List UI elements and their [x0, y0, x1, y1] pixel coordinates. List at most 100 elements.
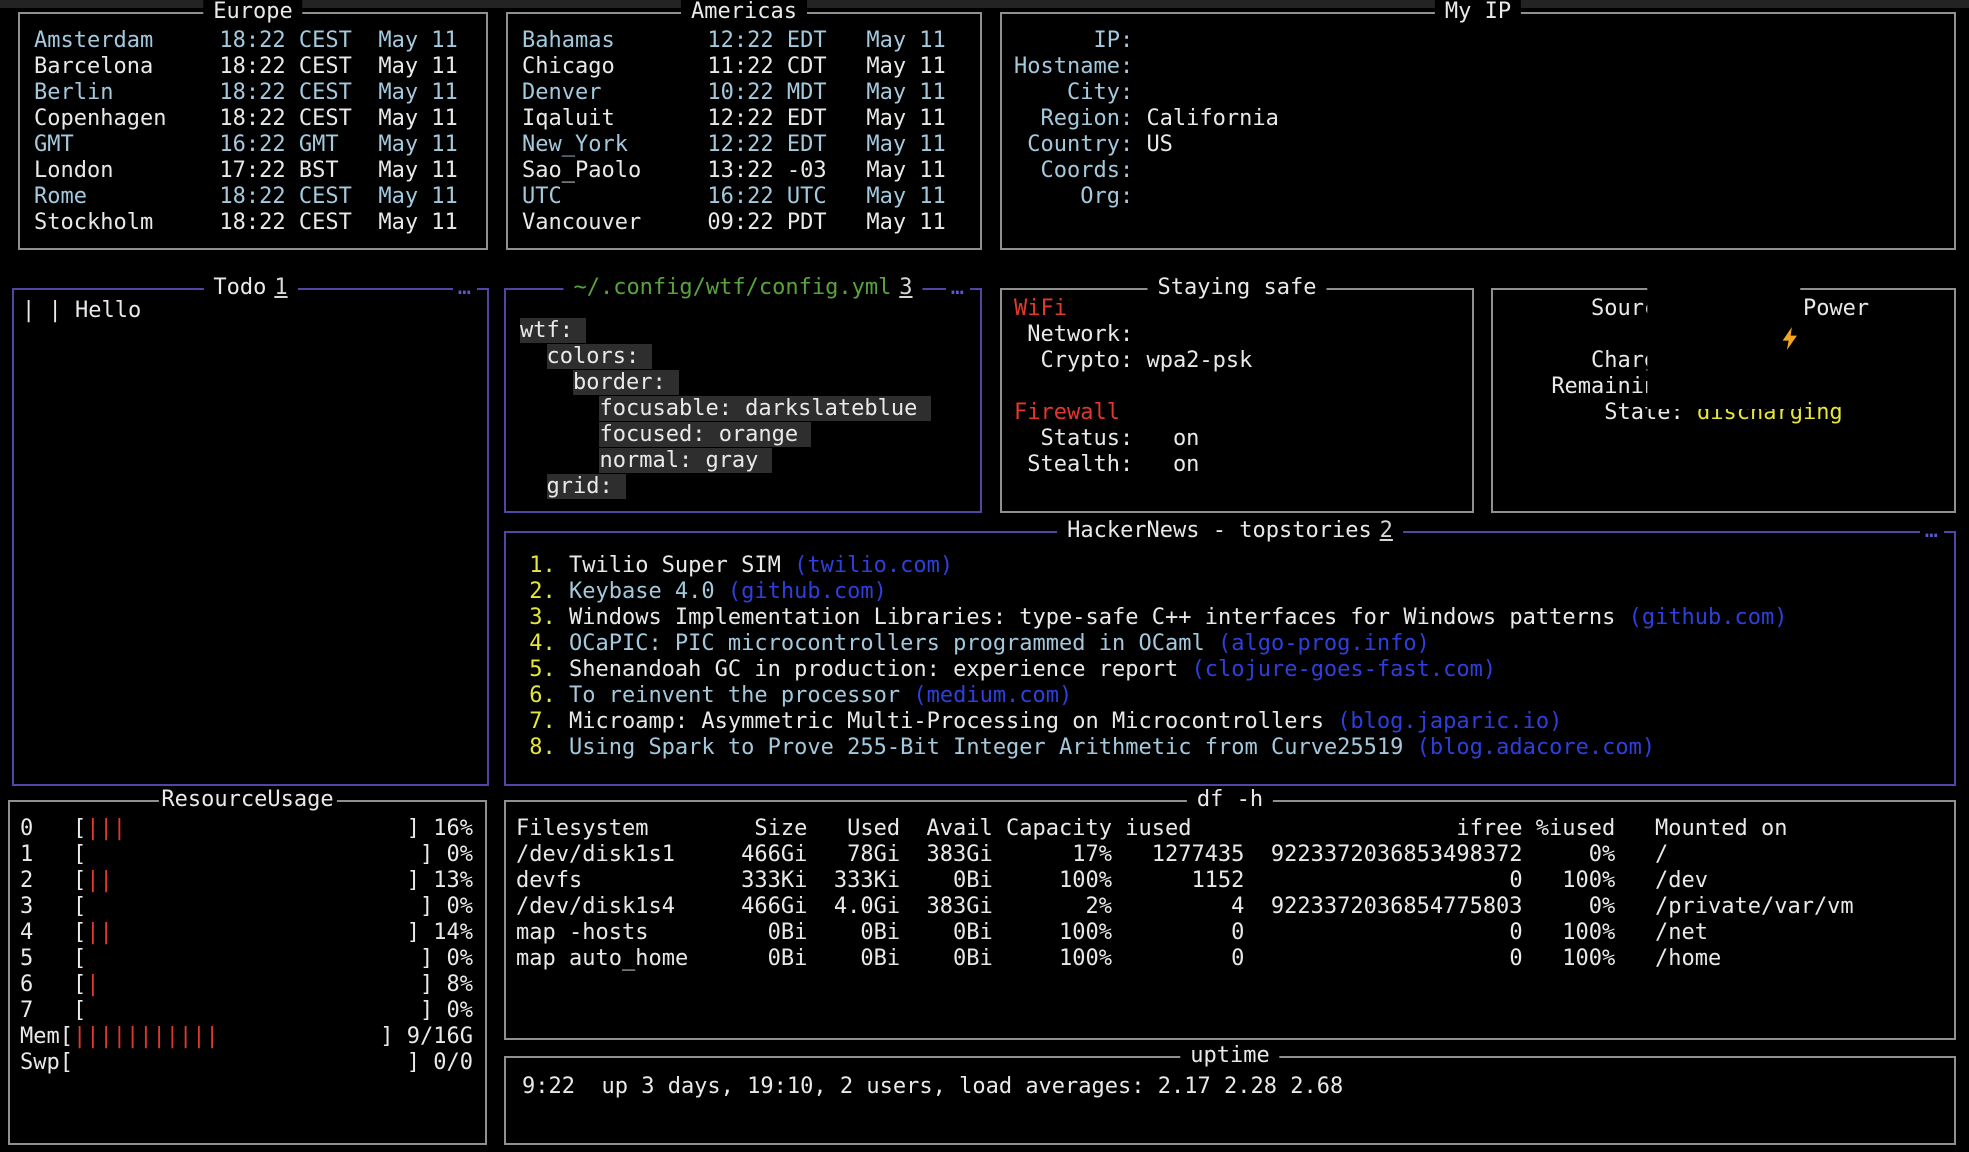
story-domain-link[interactable]: (medium.com) — [913, 683, 1072, 709]
panel-hackernews[interactable]: HackerNews - topstories2 … 1. Twilio Sup… — [504, 531, 1956, 786]
panel-title: Staying safe — [1148, 275, 1327, 301]
ip-field-label: IP: — [1014, 28, 1133, 54]
story-rank: 3. — [516, 605, 569, 631]
ip-field-label: Org: — [1014, 184, 1133, 210]
meter-bracket-open: [ — [73, 842, 86, 868]
cell-used: 0Bi — [807, 946, 900, 972]
meter-label: 2 — [20, 868, 73, 894]
resource-meter: 1 [ ] 0% — [20, 842, 473, 868]
config-code: wtf: colors: border: focusable: darkslat… — [506, 290, 980, 500]
meter-bars: || — [86, 868, 407, 894]
panel-config-file[interactable]: ~/.config/wtf/config.yml3 … wtf: colors:… — [504, 288, 982, 513]
date-label: May 11 — [866, 210, 945, 236]
cell-mounted-on: /home — [1655, 946, 1721, 972]
story-domain-link[interactable]: (blog.adacore.com) — [1417, 735, 1655, 761]
clock-row: Berlin 18:22 CEST May 11 — [34, 80, 472, 106]
time-label: 10:22 — [694, 80, 773, 106]
panel-todo[interactable]: Todo1 … | | Hello — [12, 288, 489, 786]
story-title: Using Spark to Prove 255-Bit Integer Ari… — [569, 735, 1403, 761]
city-label: Rome — [34, 184, 206, 210]
clock-row: Denver 10:22 MDT May 11 — [522, 80, 966, 106]
timezone-label: GMT — [299, 132, 365, 158]
cell-iused: 1277435 — [1112, 842, 1244, 868]
city-label: Iqaluit — [522, 106, 694, 132]
city-label: GMT — [34, 132, 206, 158]
clock-row: Amsterdam 18:22 CEST May 11 — [34, 28, 472, 54]
hackernews-story[interactable]: 6. To reinvent the processor (medium.com… — [516, 683, 1944, 709]
timezone-label: UTC — [787, 184, 853, 210]
story-domain-link[interactable]: (github.com) — [1629, 605, 1788, 631]
ip-field-value: US — [1146, 132, 1173, 158]
story-domain-link[interactable]: (blog.japaric.io) — [1337, 709, 1562, 735]
hackernews-story[interactable]: 4. OCaPIC: PIC microcontrollers programm… — [516, 631, 1944, 657]
city-label: Denver — [522, 80, 694, 106]
story-domain-link[interactable]: (clojure-goes-fast.com) — [1191, 657, 1496, 683]
date-label: May 11 — [866, 158, 945, 184]
config-code-line: focusable: darkslateblue — [520, 396, 966, 422]
panel-df: df -h Filesystem Size Used Avail Capacit… — [504, 800, 1956, 1040]
story-domain-link[interactable]: (algo-prog.info) — [1218, 631, 1430, 657]
cell-filesystem: devfs — [516, 868, 701, 894]
story-title: Shenandoah GC in production: experience … — [569, 657, 1178, 683]
clock-row: GMT 16:22 GMT May 11 — [34, 132, 472, 158]
hackernews-story[interactable]: 5. Shenandoah GC in production: experien… — [516, 657, 1944, 683]
panel-uptime: uptime 9:22 up 3 days, 19:10, 2 users, l… — [504, 1056, 1956, 1145]
meter-label: 4 — [20, 920, 73, 946]
cell-avail: 0Bi — [900, 868, 993, 894]
city-label: Vancouver — [522, 210, 694, 236]
meter-bracket-close: ] — [420, 946, 433, 972]
time-label: 18:22 — [206, 54, 285, 80]
cell-iused: 4 — [1112, 894, 1244, 920]
security-status-line: Network: — [1014, 322, 1460, 348]
todo-item[interactable]: | | Hello — [22, 298, 479, 324]
hackernews-story[interactable]: 7. Microamp: Asymmetric Multi-Processing… — [516, 709, 1944, 735]
ip-row: Coords: — [1014, 158, 1942, 184]
cell-avail: 0Bi — [900, 920, 993, 946]
timezone-label: EDT — [787, 28, 853, 54]
story-rank: 4. — [516, 631, 569, 657]
date-label: May 11 — [378, 106, 457, 132]
date-label: May 11 — [866, 132, 945, 158]
cell-used: 4.0Gi — [807, 894, 900, 920]
panel-title: Todo1 — [203, 275, 297, 301]
time-label: 09:22 — [694, 210, 773, 236]
hackernews-story[interactable]: 3. Windows Implementation Libraries: typ… — [516, 605, 1944, 631]
cell-percent-iused: 0% — [1523, 842, 1616, 868]
time-label: 18:22 — [206, 210, 285, 236]
config-code-line: focused: orange — [520, 422, 966, 448]
time-label: 18:22 — [206, 184, 285, 210]
timezone-label: -03 — [787, 158, 853, 184]
hackernews-story[interactable]: 1. Twilio Super SIM (twilio.com) — [516, 553, 1944, 579]
panel-americas: Americas Bahamas 12:22 EDT May 11 Chicag… — [506, 12, 982, 250]
cell-capacity: 2% — [993, 894, 1112, 920]
meter-bracket-open: [ — [73, 816, 86, 842]
cell-size: 0Bi — [701, 946, 807, 972]
resource-meter: 7 [ ] 0% — [20, 998, 473, 1024]
disk-table-row: devfs 333Ki 333Ki 0Bi 100% 1152 0 100% /… — [516, 868, 1944, 894]
meter-label: Mem — [20, 1024, 60, 1050]
meter-value: 0% — [447, 998, 474, 1024]
cell-iused: 0 — [1112, 920, 1244, 946]
hackernews-story[interactable]: 8. Using Spark to Prove 255-Bit Integer … — [516, 735, 1944, 761]
hackernews-story[interactable]: 2. Keybase 4.0 (github.com) — [516, 579, 1944, 605]
city-label: Barcelona — [34, 54, 206, 80]
clock-rows: Bahamas 12:22 EDT May 11 Chicago 11:22 C… — [508, 14, 980, 236]
config-code-line: border: — [520, 370, 966, 396]
meter-value: 0% — [447, 842, 474, 868]
meter-value: 0% — [447, 894, 474, 920]
meter-bars — [73, 1050, 407, 1076]
timezone-label: CEST — [299, 54, 365, 80]
ip-field-value: California — [1146, 106, 1278, 132]
cell-mounted-on: / — [1655, 842, 1668, 868]
clock-row: Rome 18:22 CEST May 11 — [34, 184, 472, 210]
story-title: Keybase 4.0 — [569, 579, 715, 605]
date-label: May 11 — [866, 184, 945, 210]
story-domain-link[interactable]: (twilio.com) — [794, 553, 953, 579]
story-domain-link[interactable]: (github.com) — [728, 579, 887, 605]
story-title: Microamp: Asymmetric Multi-Processing on… — [569, 709, 1324, 735]
clock-row: Bahamas 12:22 EDT May 11 — [522, 28, 966, 54]
hackernews-list: 1. Twilio Super SIM (twilio.com) 2. Keyb… — [506, 533, 1954, 761]
time-label: 18:22 — [206, 106, 285, 132]
ip-row: Country: US — [1014, 132, 1942, 158]
panel-title: ~/.config/wtf/config.yml3 — [563, 275, 922, 301]
